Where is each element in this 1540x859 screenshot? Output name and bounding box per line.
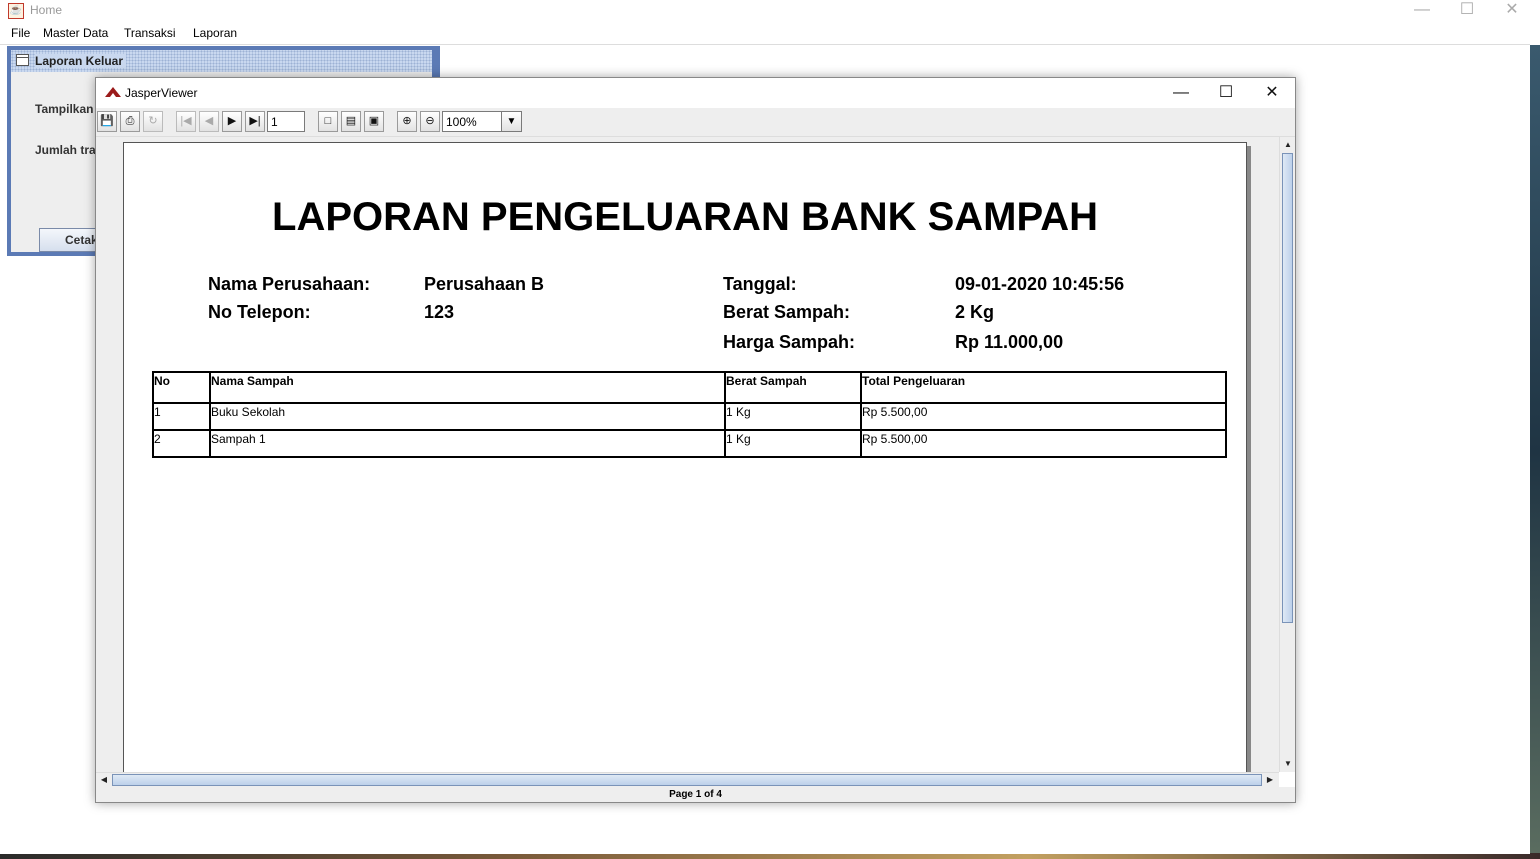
chevron-down-icon[interactable]: ▼ bbox=[501, 111, 522, 132]
zoom-in-icon[interactable]: ⊕ bbox=[397, 111, 417, 132]
cell-berat-sampah: 1 Kg bbox=[724, 402, 862, 431]
scroll-right-icon[interactable]: ▶ bbox=[1263, 773, 1277, 787]
menu-master-data[interactable]: Master Data bbox=[43, 26, 108, 40]
last-page-icon[interactable]: ▶| bbox=[245, 111, 265, 132]
previous-page-icon[interactable]: ◀ bbox=[199, 111, 219, 132]
cell-nama-sampah: Sampah 1 bbox=[209, 429, 726, 458]
zoom-select[interactable] bbox=[442, 111, 502, 132]
value-tanggal: 09-01-2020 10:45:56 bbox=[955, 274, 1125, 294]
value-harga-sampah: Rp 11.000,00 bbox=[955, 332, 1064, 352]
save-icon[interactable]: 💾 bbox=[97, 111, 117, 132]
scroll-up-icon[interactable]: ▲ bbox=[1281, 138, 1295, 152]
cell-no: 2 bbox=[152, 429, 211, 458]
cell-berat-sampah: 1 Kg bbox=[724, 429, 862, 458]
cell-nama-sampah: Buku Sekolah bbox=[209, 402, 726, 431]
label-harga-sampah: Harga Sampah: bbox=[723, 332, 856, 352]
report-page: LAPORAN PENGELUARAN BANK SAMPAH Nama Per… bbox=[123, 142, 1247, 772]
scroll-left-icon[interactable]: ◀ bbox=[97, 773, 111, 787]
zoom-out-icon[interactable]: ⊖ bbox=[420, 111, 440, 132]
menu-laporan[interactable]: Laporan bbox=[193, 26, 237, 40]
print-icon[interactable]: ⎙ bbox=[120, 111, 140, 132]
value-no-telepon: 123 bbox=[424, 302, 455, 322]
next-page-icon[interactable]: ▶ bbox=[222, 111, 242, 132]
frame-titlebar[interactable]: Laporan Keluar bbox=[11, 50, 432, 72]
scroll-down-icon[interactable]: ▼ bbox=[1281, 757, 1295, 771]
vertical-scroll-thumb[interactable] bbox=[1282, 153, 1293, 623]
viewer-toolbar: 💾 ⎙ ↻ |◀ ◀ ▶ ▶| □ ▤ ▣ ⊕ ⊖ ▼ bbox=[96, 108, 1295, 137]
jasperviewer-window: JasperViewer — ☐ ✕ 💾 ⎙ ↻ |◀ ◀ ▶ ▶| □ ▤ ▣… bbox=[95, 77, 1296, 803]
page-status: Page 1 of 4 bbox=[96, 787, 1295, 802]
fit-page-icon[interactable]: ▤ bbox=[341, 111, 361, 132]
report-table: No Nama Sampah Berat Sampah Total Pengel… bbox=[152, 371, 1227, 458]
horizontal-scroll-thumb[interactable] bbox=[112, 774, 1262, 786]
java-icon: ☕ bbox=[8, 3, 24, 19]
cell-total-pengeluaran: Rp 5.500,00 bbox=[860, 429, 1227, 458]
first-page-icon[interactable]: |◀ bbox=[176, 111, 196, 132]
value-nama-perusahaan: Perusahaan B bbox=[424, 274, 545, 294]
cell-total-pengeluaran: Rp 5.500,00 bbox=[860, 402, 1227, 431]
menu-file[interactable]: File bbox=[11, 26, 30, 40]
header-no: No bbox=[152, 371, 211, 404]
table-header-row: No Nama Sampah Berat Sampah Total Pengel… bbox=[152, 371, 1227, 404]
reload-icon[interactable]: ↻ bbox=[143, 111, 163, 132]
menu-bar: File Master Data Transaksi Laporan bbox=[0, 24, 1540, 44]
label-tanggal: Tanggal: bbox=[723, 274, 797, 294]
header-nama-sampah: Nama Sampah bbox=[209, 371, 726, 404]
viewer-title: JasperViewer bbox=[125, 86, 198, 100]
viewer-maximize-button[interactable]: ☐ bbox=[1204, 81, 1248, 105]
main-window-title: Home bbox=[30, 3, 63, 17]
label-no-telepon: No Telepon: bbox=[208, 302, 311, 322]
main-titlebar: ☕ Home — ☐ ✕ bbox=[0, 0, 1540, 24]
close-button[interactable]: ✕ bbox=[1489, 0, 1535, 22]
jumlah-label: Jumlah tra bbox=[35, 143, 96, 157]
desktop-background bbox=[1530, 45, 1540, 859]
vertical-scrollbar[interactable]: ▲ ▼ bbox=[1279, 137, 1295, 772]
jasper-logo-icon bbox=[105, 87, 121, 97]
report-viewport[interactable]: LAPORAN PENGELUARAN BANK SAMPAH Nama Per… bbox=[96, 137, 1279, 772]
actual-size-icon[interactable]: □ bbox=[318, 111, 338, 132]
header-berat-sampah: Berat Sampah bbox=[724, 371, 862, 404]
label-nama-perusahaan: Nama Perusahaan: bbox=[208, 274, 371, 294]
menu-transaksi[interactable]: Transaksi bbox=[124, 26, 176, 40]
viewer-minimize-button[interactable]: — bbox=[1159, 81, 1203, 105]
table-row: 2 Sampah 1 1 Kg Rp 5.500,00 bbox=[152, 429, 1227, 458]
window-icon bbox=[16, 54, 29, 66]
viewer-close-button[interactable]: ✕ bbox=[1250, 81, 1294, 105]
label-berat-sampah: Berat Sampah: bbox=[723, 302, 851, 322]
horizontal-scrollbar[interactable]: ◀ ▶ bbox=[96, 772, 1279, 787]
maximize-button[interactable]: ☐ bbox=[1444, 0, 1490, 22]
table-row: 1 Buku Sekolah 1 Kg Rp 5.500,00 bbox=[152, 402, 1227, 431]
header-total-pengeluaran: Total Pengeluaran bbox=[860, 371, 1227, 404]
minimize-button[interactable]: — bbox=[1399, 0, 1445, 22]
viewer-titlebar: JasperViewer — ☐ ✕ bbox=[96, 78, 1295, 108]
page-number-input[interactable] bbox=[267, 111, 305, 132]
value-berat-sampah: 2 Kg bbox=[955, 302, 995, 322]
report-title: LAPORAN PENGELUARAN BANK SAMPAH bbox=[272, 195, 1098, 239]
tampilkan-label: Tampilkan bbox=[35, 102, 94, 116]
cell-no: 1 bbox=[152, 402, 211, 431]
frame-title: Laporan Keluar bbox=[35, 54, 127, 68]
fit-width-icon[interactable]: ▣ bbox=[364, 111, 384, 132]
